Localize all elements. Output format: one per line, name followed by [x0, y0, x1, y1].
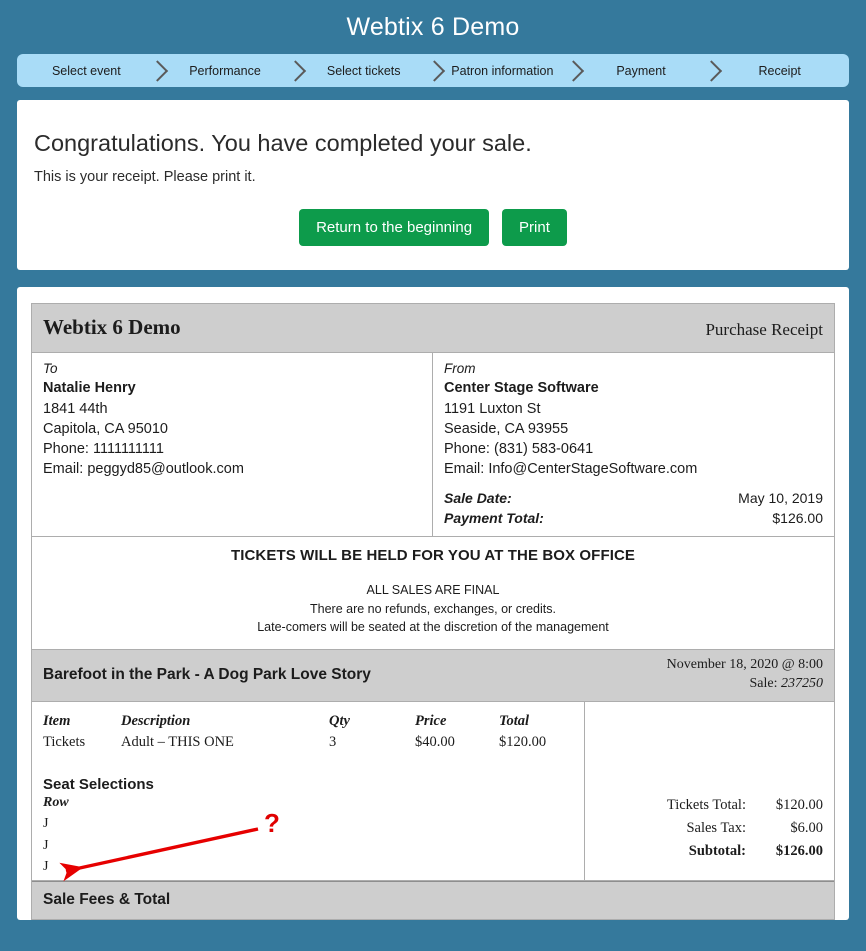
table-row: Adult – THIS ONE: [121, 734, 234, 751]
receipt-items-section: Item Description Qty Price Total Tickets…: [32, 701, 834, 881]
tickets-total-row: Tickets Total: $120.00: [585, 794, 823, 817]
to-email: Email: peggyd85@outlook.com: [43, 461, 244, 478]
notice-line-1: ALL SALES ARE FINAL: [366, 583, 500, 598]
to-label: To: [43, 361, 58, 376]
sales-tax-row: Sales Tax: $6.00: [585, 817, 823, 840]
congratulations-panel: Congratulations. You have completed your…: [17, 100, 849, 270]
wizard-step-label: Select tickets: [326, 63, 401, 78]
to-name: Natalie Henry: [43, 380, 136, 397]
table-row: $120.00: [499, 734, 547, 751]
notice-line-3: Late-comers will be seated at the discre…: [257, 619, 609, 634]
receipt-to-block: To Natalie Henry 1841 44th Capitola, CA …: [32, 353, 433, 537]
list-item: J: [43, 858, 49, 874]
event-meta: November 18, 2020 @ 8:00 Sale: 237250: [667, 656, 823, 694]
wizard-step-select-event[interactable]: Select event: [17, 54, 156, 87]
tickets-total-label: Tickets Total:: [666, 796, 746, 813]
notice-line-2: There are no refunds, exchanges, or cred…: [310, 601, 556, 616]
from-address-line-1: 1191 Luxton St: [444, 400, 541, 417]
wizard-step-performance[interactable]: Performance: [156, 54, 295, 87]
to-phone: Phone: 1111111111: [43, 441, 164, 458]
sale-date-value: May 10, 2019: [738, 489, 823, 506]
page-subtitle: This is your receipt. Please print it.: [34, 169, 256, 185]
action-button-row: Return to the beginning Print: [34, 209, 832, 246]
wizard-step-label: Performance: [189, 63, 261, 78]
payment-total-row: Payment Total: $126.00: [444, 509, 823, 529]
items-col-total: Total: [499, 712, 530, 729]
sales-tax-label: Sales Tax:: [686, 819, 746, 836]
notice-headline: TICKETS WILL BE HELD FOR YOU AT THE BOX …: [230, 547, 636, 565]
sale-date-row: Sale Date: May 10, 2019: [444, 489, 823, 509]
from-email: Email: Info@CenterStageSoftware.com: [444, 461, 698, 478]
subtotal-row: Subtotal: $126.00: [585, 840, 823, 863]
purchase-receipt: Webtix 6 Demo Purchase Receipt To Natali…: [31, 303, 835, 920]
subtotal-label: Subtotal:: [688, 842, 746, 859]
sale-date-label: Sale Date:: [444, 489, 512, 506]
wizard-step-receipt[interactable]: Receipt: [710, 54, 849, 87]
event-datetime: November 18, 2020 @ 8:00: [666, 656, 823, 672]
event-name: Barefoot in the Park - A Dog Park Love S…: [43, 665, 371, 683]
from-phone: Phone: (831) 583-0641: [444, 441, 594, 458]
sale-number-value: 237250: [781, 675, 823, 691]
from-address-line-2: Seaside, CA 93955: [444, 420, 569, 437]
payment-total-value: $126.00: [772, 509, 823, 526]
wizard-step-label: Select event: [51, 63, 121, 78]
list-item: J: [43, 816, 49, 832]
items-table: Item Description Qty Price Total Tickets…: [43, 711, 584, 755]
wizard-step-select-tickets[interactable]: Select tickets: [294, 54, 433, 87]
subtotal-value: $126.00: [775, 842, 823, 859]
wizard-step-payment[interactable]: Payment: [572, 54, 711, 87]
from-name: Center Stage Software: [444, 380, 599, 397]
table-row: $40.00: [415, 734, 455, 751]
receipt-header: Webtix 6 Demo Purchase Receipt: [32, 304, 834, 353]
receipt-event-bar: Barefoot in the Park - A Dog Park Love S…: [32, 649, 834, 702]
wizard-step-label: Patron information: [451, 63, 554, 78]
receipt-kind-label: Purchase Receipt: [705, 320, 823, 339]
items-left-column: Item Description Qty Price Total Tickets…: [32, 701, 585, 880]
wizard-step-label: Payment: [616, 63, 666, 78]
items-col-price: Price: [415, 712, 447, 729]
return-to-beginning-button[interactable]: Return to the beginning: [299, 209, 490, 246]
app-title: Webtix 6 Demo: [346, 13, 520, 41]
items-col-item: Item: [43, 712, 71, 729]
receipt-panel: Webtix 6 Demo Purchase Receipt To Natali…: [17, 287, 849, 920]
sale-fees-and-total-bar: Sale Fees & Total: [32, 880, 834, 920]
sale-meta: Sale Date: May 10, 2019 Payment Total: $…: [444, 489, 823, 529]
list-item: J: [43, 837, 49, 853]
items-col-qty: Qty: [329, 712, 350, 729]
to-address-line-2: Capitola, CA 95010: [43, 420, 168, 437]
tickets-total-value: $120.00: [775, 796, 823, 813]
receipt-addresses: To Natalie Henry 1841 44th Capitola, CA …: [32, 353, 834, 538]
page-title: Congratulations. You have completed your…: [34, 130, 532, 156]
print-button[interactable]: Print: [502, 209, 567, 246]
receipt-org-name: Webtix 6 Demo: [43, 315, 181, 339]
wizard-step-patron-information[interactable]: Patron information: [433, 54, 572, 87]
table-row: Tickets: [43, 734, 86, 751]
from-label: From: [444, 361, 476, 376]
items-totals-column: Tickets Total: $120.00 Sales Tax: $6.00 …: [585, 702, 834, 880]
to-address-line-1: 1841 44th: [43, 400, 108, 417]
table-row: 3: [329, 734, 337, 751]
payment-total-label: Payment Total:: [444, 509, 544, 526]
app-header: Webtix 6 Demo Select event Performance S…: [0, 0, 866, 87]
wizard-breadcrumb: Select event Performance Select tickets …: [17, 54, 849, 87]
sales-tax-value: $6.00: [790, 819, 823, 836]
sale-number-label: Sale:: [749, 675, 778, 691]
wizard-step-label: Receipt: [758, 63, 801, 78]
seat-selections-title: Seat Selections: [43, 776, 154, 794]
items-col-description: Description: [121, 712, 191, 729]
receipt-notice: TICKETS WILL BE HELD FOR YOU AT THE BOX …: [32, 537, 834, 650]
event-sale-number-line: Sale: 237250: [667, 675, 824, 694]
receipt-from-block: From Center Stage Software 1191 Luxton S…: [433, 353, 834, 536]
seat-row-column-header: Row: [43, 795, 69, 811]
